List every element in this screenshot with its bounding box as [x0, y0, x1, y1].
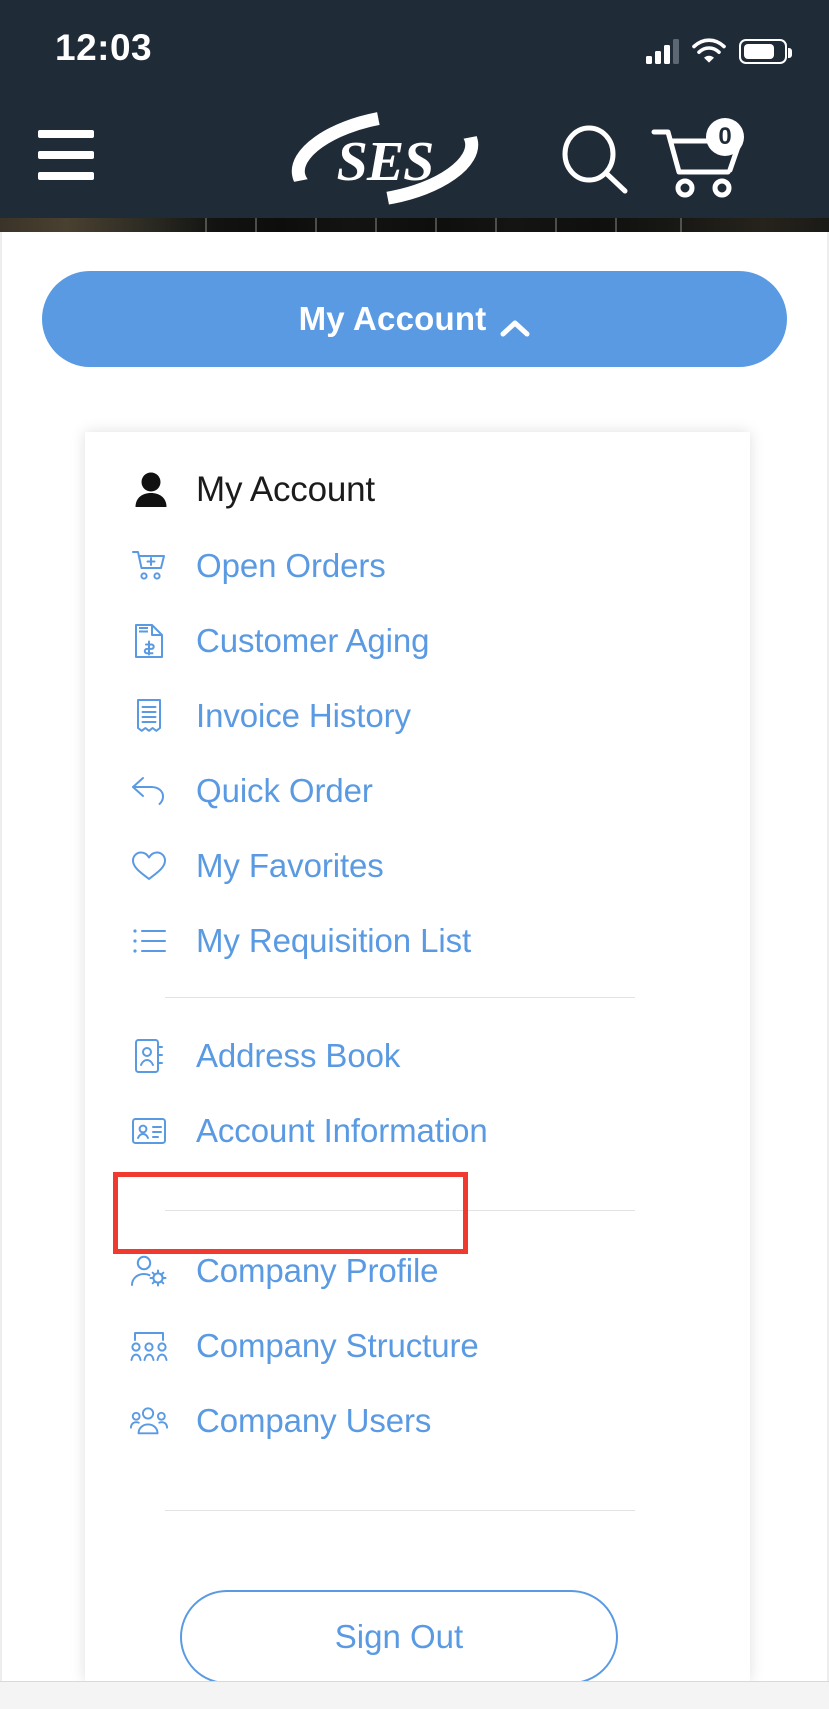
hamburger-menu-icon[interactable]: [38, 130, 94, 180]
document-dollar-icon: [130, 622, 168, 660]
menu-divider: [165, 1510, 635, 1511]
chevron-up-icon: [500, 309, 530, 337]
mobile-screen: 12:03 SES 0 My Account My Account Open O…: [0, 0, 829, 1709]
cart-add-icon: [130, 547, 168, 585]
battery-icon: [739, 39, 792, 64]
status-bar-clock: 12:03: [55, 27, 153, 68]
menu-item-address-book[interactable]: Address Book: [130, 1027, 710, 1085]
menu-item-company-users[interactable]: Company Users: [130, 1392, 710, 1450]
menu-item-label: Account Information: [196, 1112, 488, 1149]
address-book-icon: [130, 1037, 168, 1075]
menu-divider: [165, 997, 635, 998]
reply-arrow-icon: [130, 772, 168, 810]
menu-heading: My Account: [132, 462, 375, 518]
menu-item-label: Customer Aging: [196, 622, 430, 659]
menu-item-quick-order[interactable]: Quick Order: [130, 762, 710, 820]
hero-banner-image: [0, 218, 829, 232]
cart-item-count-badge: 0: [706, 118, 744, 156]
wifi-icon: [692, 38, 726, 64]
status-bar-icons: [646, 30, 792, 64]
menu-divider: [165, 1210, 635, 1211]
svg-text:SES: SES: [337, 131, 434, 193]
menu-item-label: Company Profile: [196, 1252, 439, 1289]
user-solid-icon: [132, 471, 170, 509]
menu-item-company-structure[interactable]: Company Structure: [130, 1317, 710, 1375]
id-card-icon: [130, 1112, 168, 1150]
menu-heading-label: My Account: [196, 470, 375, 509]
menu-item-label: Open Orders: [196, 547, 386, 584]
cellular-signal-icon: [646, 38, 679, 64]
bottom-chrome-bar: [0, 1681, 829, 1709]
menu-item-invoice-history[interactable]: Invoice History: [130, 687, 710, 745]
search-icon[interactable]: [552, 124, 638, 194]
menu-item-open-orders[interactable]: Open Orders: [130, 537, 710, 595]
menu-item-label: My Requisition List: [196, 922, 472, 959]
account-menu-card: My Account Open Orders Customer Aging In…: [85, 432, 750, 1684]
menu-item-my-favorites[interactable]: My Favorites: [130, 837, 710, 895]
org-chart-icon: [130, 1327, 168, 1365]
my-account-toggle-button[interactable]: My Account: [42, 271, 787, 367]
menu-item-customer-aging[interactable]: Customer Aging: [130, 612, 710, 670]
shopping-cart-icon[interactable]: 0: [648, 118, 748, 200]
screen-left-edge: [0, 232, 2, 1681]
menu-item-label: My Favorites: [196, 847, 384, 884]
menu-item-company-profile[interactable]: Company Profile: [130, 1242, 710, 1300]
heart-icon: [130, 847, 168, 885]
users-group-icon: [130, 1402, 168, 1440]
sign-out-button[interactable]: Sign Out: [180, 1590, 618, 1684]
ses-logo[interactable]: SES: [290, 108, 480, 208]
my-account-toggle-label: My Account: [298, 300, 487, 337]
status-bar: 12:03: [0, 0, 829, 96]
user-gear-icon: [130, 1252, 168, 1290]
menu-item-my-requisition-list[interactable]: My Requisition List: [130, 912, 710, 970]
menu-item-label: Company Structure: [196, 1327, 479, 1364]
menu-item-label: Address Book: [196, 1037, 401, 1074]
receipt-icon: [130, 697, 168, 735]
menu-item-label: Quick Order: [196, 772, 373, 809]
menu-item-label: Invoice History: [196, 697, 411, 734]
list-icon: [130, 922, 168, 960]
menu-item-account-information[interactable]: Account Information: [130, 1102, 710, 1160]
menu-item-label: Company Users: [196, 1402, 432, 1439]
page-content: My Account My Account Open Orders Custom…: [0, 232, 829, 1684]
app-header: SES 0: [0, 96, 829, 218]
